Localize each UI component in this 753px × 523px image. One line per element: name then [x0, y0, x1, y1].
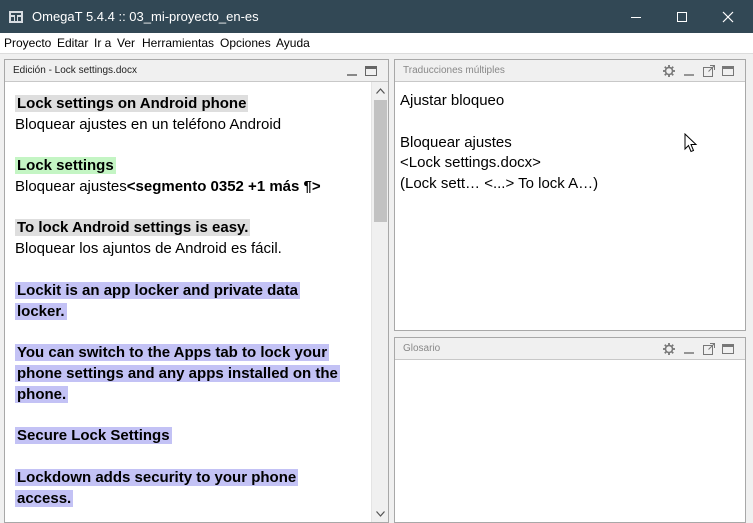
segment-4-source-line-1[interactable]: Lockit is an app locker and private data: [15, 280, 300, 301]
segment-4-source-line-2[interactable]: locker.: [15, 301, 67, 322]
menu-ayuda[interactable]: Ayuda: [276, 36, 310, 50]
maximize-icon[interactable]: [721, 342, 735, 356]
minimize-button[interactable]: [613, 0, 659, 33]
segment-5-source-line-2[interactable]: phone settings and any apps installed on…: [15, 363, 340, 384]
scroll-thumb[interactable]: [374, 100, 387, 222]
window-title: OmegaT 5.4.4 :: 03_mi-proyecto_en-es: [32, 9, 259, 24]
undock-icon[interactable]: [702, 64, 716, 78]
tm-entry-line: <Lock settings.docx>: [400, 154, 541, 171]
menu-editar[interactable]: Editar: [57, 36, 88, 50]
segment-3-source[interactable]: To lock Android settings is easy.: [15, 217, 251, 238]
segment-tag: <segmento 0352 +1 más ¶>: [126, 178, 321, 195]
multiple-translations-body[interactable]: Ajustar bloqueo Bloquear ajustes <Lock s…: [395, 82, 745, 330]
tm-entry-line: (Lock sett… <...> To lock A…): [400, 175, 599, 192]
editor-pane: Edición - Lock settings.docx Lock settin…: [4, 59, 389, 523]
glossary-title: Glosario: [403, 343, 441, 354]
menu-opciones[interactable]: Opciones: [220, 36, 271, 50]
scroll-up-button[interactable]: [372, 82, 389, 99]
menu-proyecto[interactable]: Proyecto: [4, 36, 51, 50]
gear-icon[interactable]: [662, 64, 676, 78]
multiple-translations-pane: Traducciones múltiples Ajustar bloqueo B…: [394, 59, 746, 331]
segment-7-source-line-2[interactable]: access.: [15, 488, 74, 509]
omegat-app-icon: [9, 11, 23, 23]
segment-2-source[interactable]: Lock settings: [15, 155, 116, 176]
maximize-icon[interactable]: [364, 64, 378, 78]
segment-1-source[interactable]: Lock settings on Android phone: [15, 93, 249, 114]
segment-5-source-line-3[interactable]: phone.: [15, 384, 69, 405]
segment-2-target[interactable]: Bloquear ajustes<segmento 0352 +1 más ¶>: [15, 176, 321, 197]
scroll-down-button[interactable]: [372, 505, 389, 522]
glossary-pane: Glosario: [394, 337, 746, 523]
editor-pane-header: Edición - Lock settings.docx: [5, 60, 388, 82]
menu-herramientas[interactable]: Herramientas: [142, 36, 214, 50]
segment-7-source-line-1[interactable]: Lockdown adds security to your phone: [15, 467, 299, 488]
glossary-body[interactable]: [395, 360, 745, 522]
editor-body[interactable]: Lock settings on Android phone Bloquear …: [5, 82, 372, 522]
title-bar: OmegaT 5.4.4 :: 03_mi-proyecto_en-es: [0, 0, 753, 33]
scroll-down-arrow-icon: [376, 510, 385, 517]
segment-3-target[interactable]: Bloquear los ajuntos de Android es fácil…: [15, 238, 282, 259]
menu-ir-a[interactable]: Ir a: [94, 36, 111, 50]
segment-6-source[interactable]: Secure Lock Settings: [15, 425, 172, 446]
minimize-icon: [631, 16, 641, 18]
maximize-button[interactable]: [659, 0, 705, 33]
mouse-cursor-icon: [684, 133, 698, 153]
gear-icon[interactable]: [662, 342, 676, 356]
multiple-translations-title: Traducciones múltiples: [403, 65, 505, 76]
minimize-icon[interactable]: [345, 64, 359, 78]
tm-entry-line: Ajustar bloqueo: [400, 92, 505, 109]
close-icon: [722, 11, 734, 22]
segment-1-target[interactable]: Bloquear ajustes en un teléfono Android: [15, 114, 281, 135]
minimize-icon[interactable]: [682, 342, 696, 356]
minimize-icon[interactable]: [682, 64, 696, 78]
multiple-translations-header: Traducciones múltiples: [395, 60, 745, 82]
tm-entry-line: Bloquear ajustes: [400, 134, 512, 151]
maximize-icon: [677, 11, 687, 22]
scroll-up-arrow-icon: [376, 87, 385, 94]
menu-bar: Proyecto Editar Ir a Ver Herramientas Op…: [0, 33, 753, 54]
editor-pane-title: Edición - Lock settings.docx: [13, 65, 137, 76]
menu-ver[interactable]: Ver: [117, 36, 135, 50]
editor-scrollbar[interactable]: [371, 82, 388, 522]
close-button[interactable]: [705, 0, 751, 33]
glossary-header: Glosario: [395, 338, 745, 360]
maximize-icon[interactable]: [721, 64, 735, 78]
undock-icon[interactable]: [702, 342, 716, 356]
segment-5-source-line-1[interactable]: You can switch to the Apps tab to lock y…: [15, 342, 330, 363]
